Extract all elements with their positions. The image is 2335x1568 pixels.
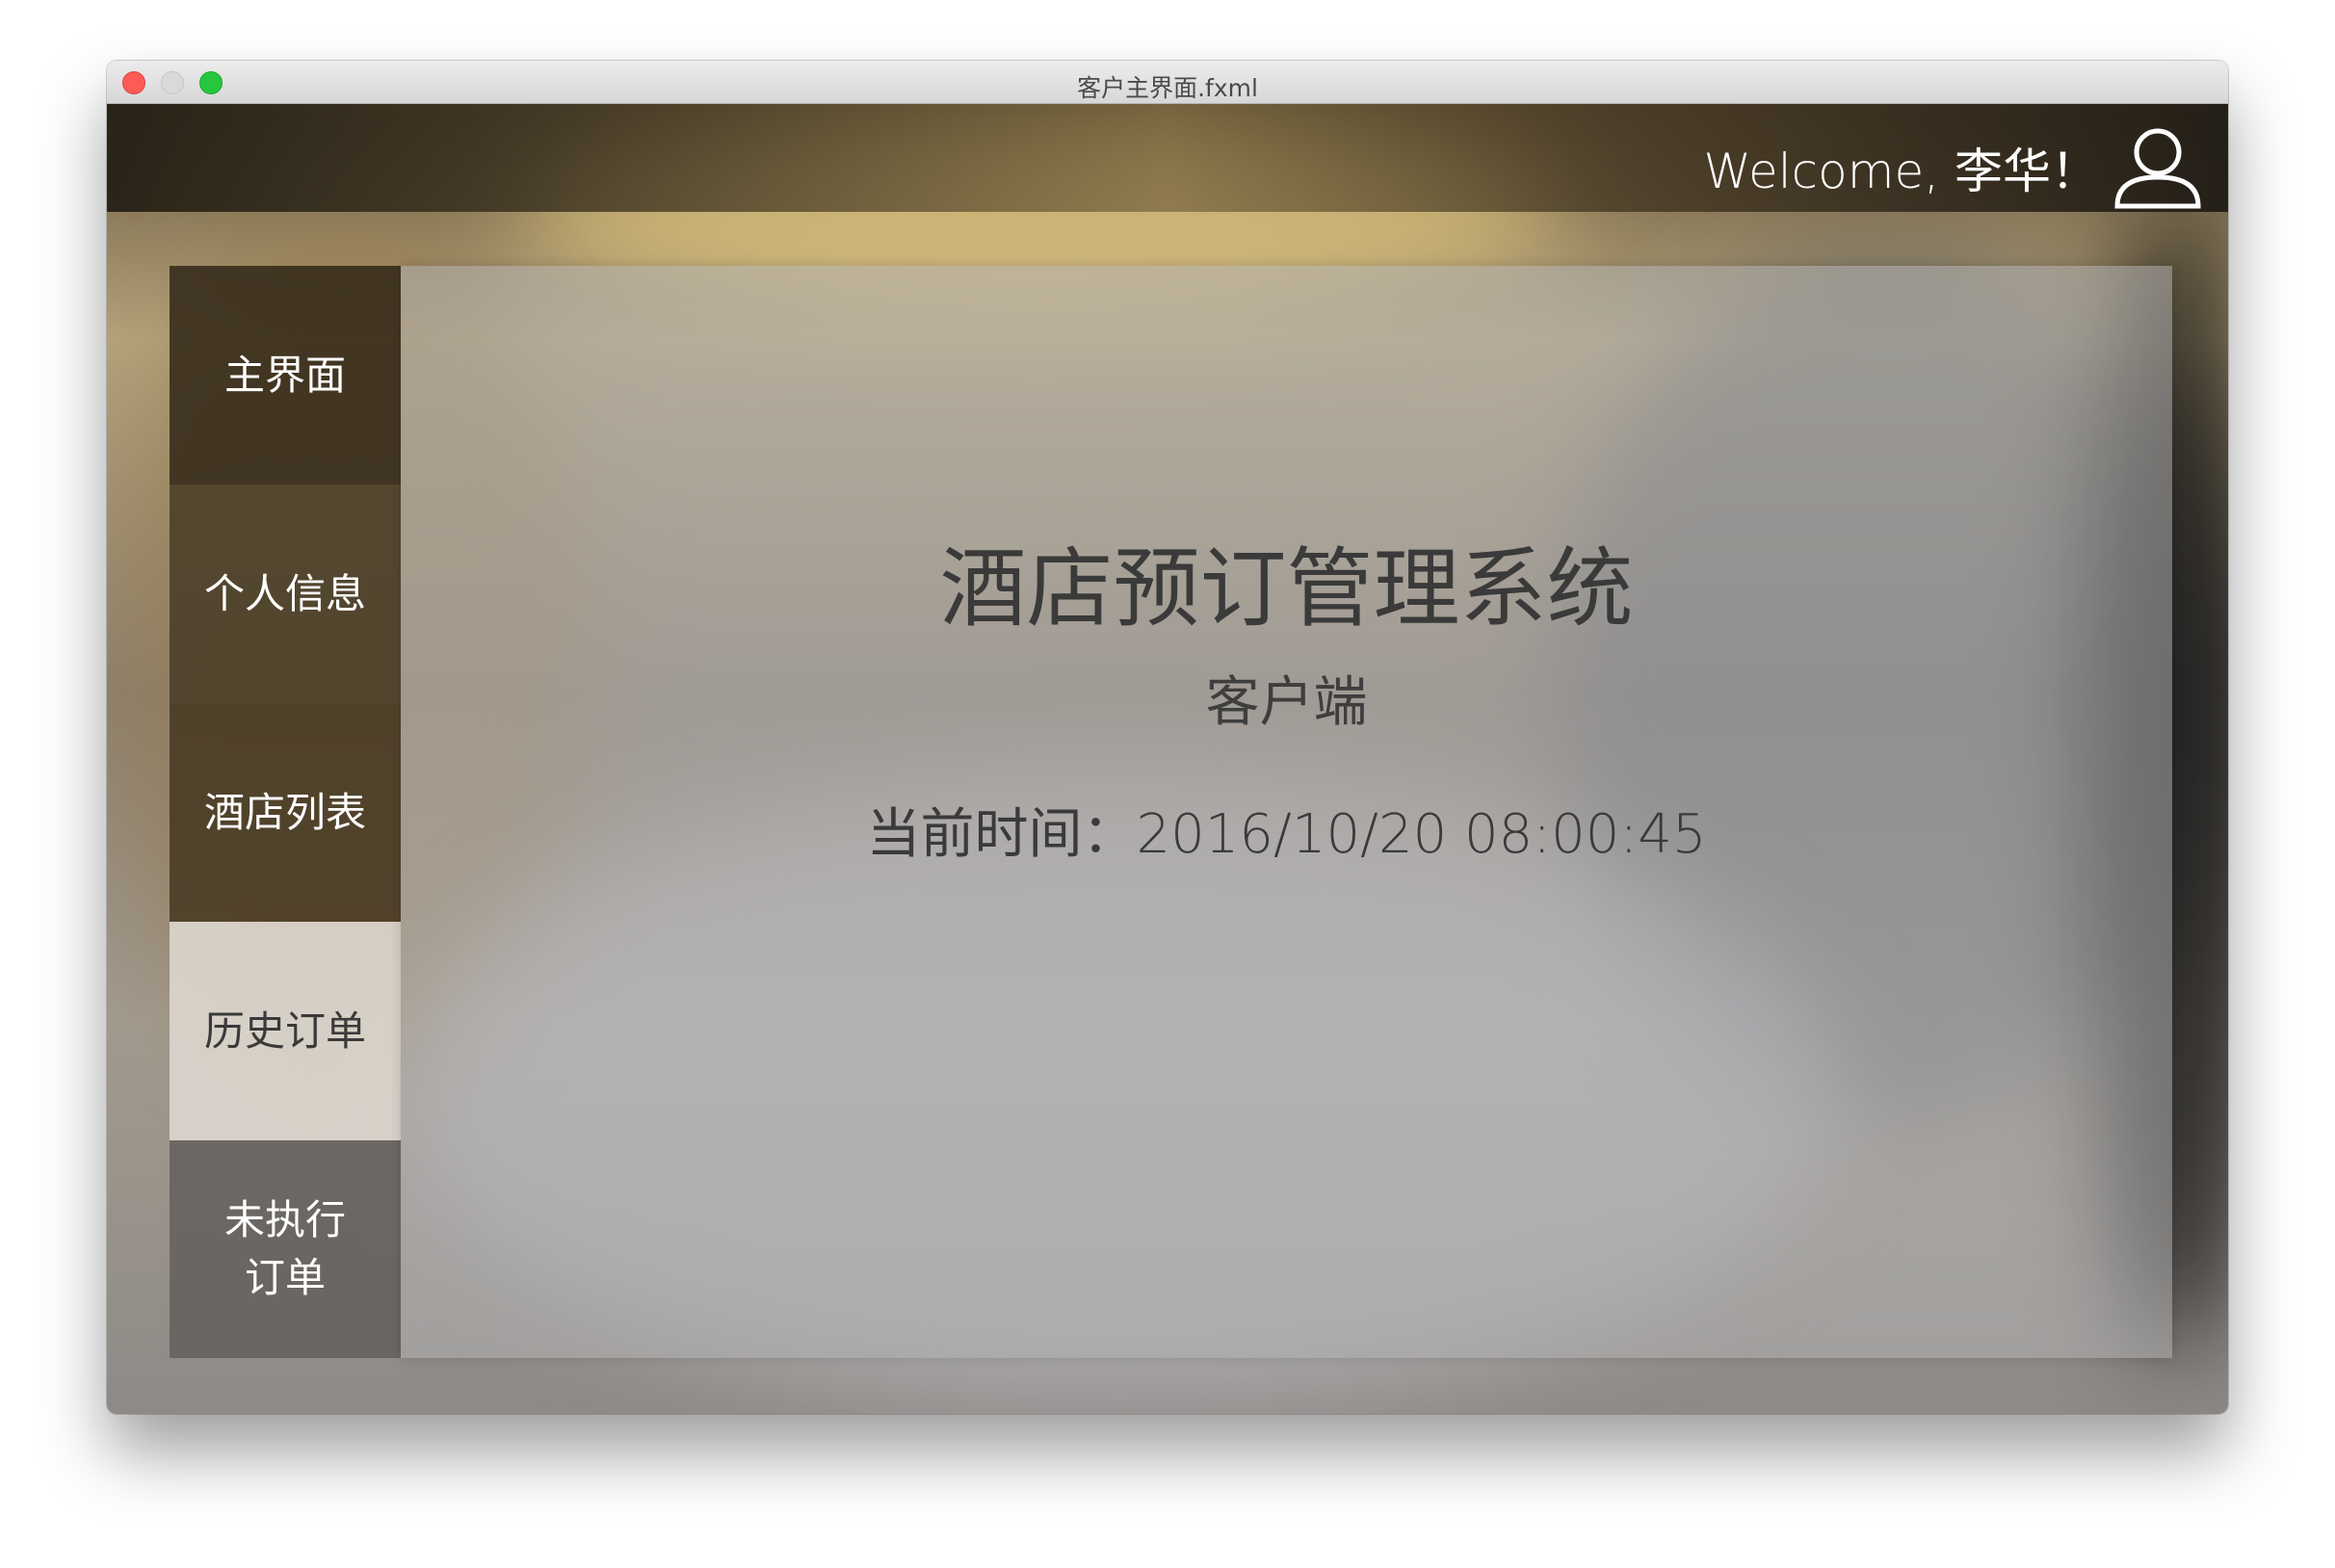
top-bar: Welcome, 李华！ <box>107 104 2228 212</box>
sidebar-item-label: 历史订单 <box>203 1006 366 1055</box>
sidebar-item-label: 酒店列表 <box>203 788 366 836</box>
sidebar-item-main[interactable]: 主界面 <box>170 266 401 484</box>
window-title: 客户主界面.fxml <box>1077 74 1258 102</box>
sidebar-item-pending-orders[interactable]: 未执行 订单 <box>170 1140 401 1358</box>
sidebar-item-label: 主界面 <box>223 351 346 399</box>
system-title: 酒店预订管理系统 <box>939 538 1634 640</box>
sidebar-item-label: 个人信息 <box>203 569 366 617</box>
sidebar: 主界面 个人信息 酒店列表 历史订单 未执行 订单 <box>170 266 401 1358</box>
app-content: Welcome, 李华！ 主界面 个人信息 酒店列表 历史订单 未执行 订单 酒… <box>107 104 2228 1414</box>
system-subtitle: 客户端 <box>1205 671 1368 734</box>
user-icon[interactable] <box>2112 123 2204 210</box>
main-panel: 酒店预订管理系统 客户端 当前时间：2016/10/20 08:00:45 <box>401 266 2172 1358</box>
sidebar-item-label: 未执行 订单 <box>223 1196 346 1301</box>
app-window: 客户主界面.fxml Welcome, 李华！ 主界面 个人信息 酒店列表 历史… <box>107 61 2228 1414</box>
title-bar[interactable]: 客户主界面.fxml <box>107 61 2228 104</box>
sidebar-item-hotel-list[interactable]: 酒店列表 <box>170 703 401 922</box>
sidebar-item-order-history[interactable]: 历史订单 <box>170 922 401 1140</box>
current-time: 当前时间：2016/10/20 08:00:45 <box>866 803 1707 866</box>
welcome-text: Welcome, 李华！ <box>1703 144 2100 199</box>
sidebar-item-profile[interactable]: 个人信息 <box>170 484 401 703</box>
